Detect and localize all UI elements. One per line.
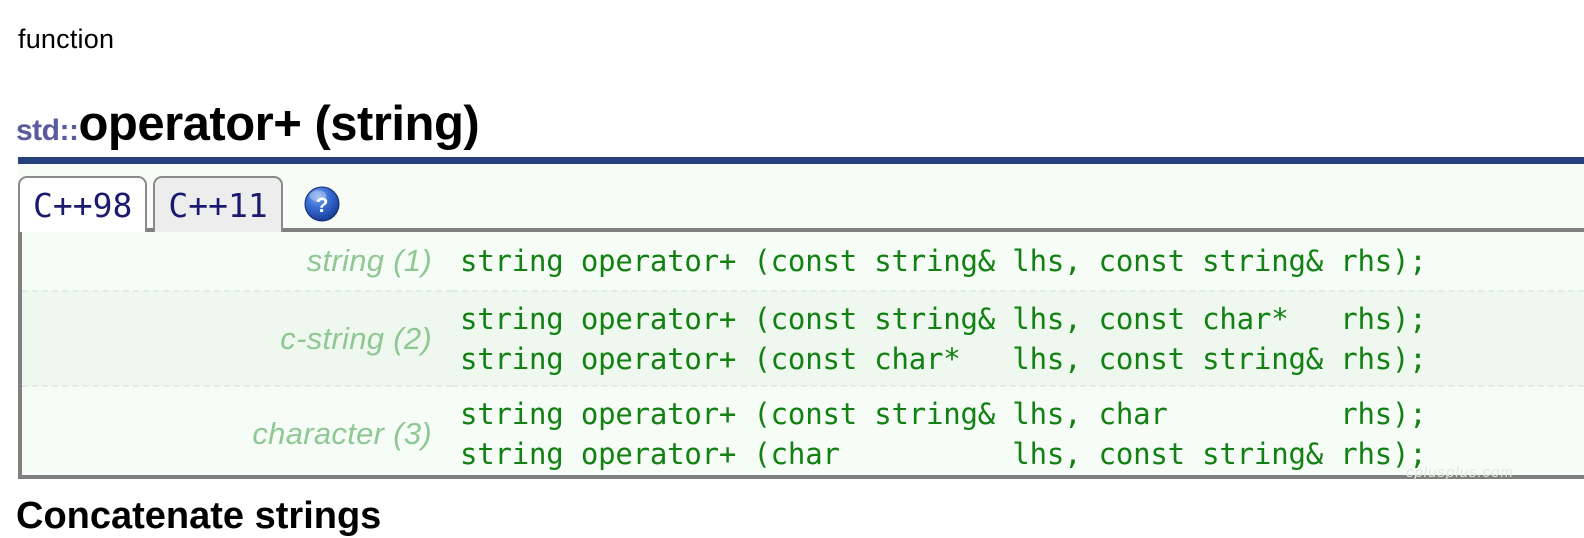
signature-row: c-string (2) string operator+ (const str… [22, 290, 1584, 386]
signature-code-cell: string operator+ (const string& lhs, con… [452, 232, 1584, 291]
signature-row: character (3) string operator+ (const st… [22, 385, 1584, 475]
site-watermark: cplusplus.com [1405, 464, 1514, 481]
signature-table: string (1) string operator+ (const strin… [22, 232, 1584, 475]
page-title: std::operator+ (string) [16, 97, 480, 158]
title-divider [18, 157, 1584, 164]
signature-code-line: string operator+ (const char* lhs, const… [460, 341, 1427, 376]
tab-cpp98[interactable]: C++98 [18, 176, 148, 232]
tab-cpp11-label: C++11 [168, 185, 268, 225]
page-title-name: operator+ (string) [78, 97, 480, 152]
reference-page: function std::operator+ (string) C++98 C… [0, 0, 1584, 537]
tab-cpp11[interactable]: C++11 [153, 176, 283, 232]
signature-code-line: string operator+ (const string& lhs, cha… [460, 397, 1427, 431]
signature-overload-label: character (3) [22, 385, 452, 475]
signature-overload-label: c-string (2) [22, 290, 452, 386]
tab-cpp98-label: C++98 [33, 185, 133, 225]
help-icon[interactable]: ? [303, 185, 341, 223]
help-icon-glyph: ? [315, 194, 328, 217]
signature-code-line: string operator+ (const string& lhs, con… [460, 301, 1427, 336]
next-section-heading: Concatenate strings [16, 495, 382, 537]
signature-code-line: string operator+ (const string& lhs, con… [460, 244, 1427, 278]
standard-version-tabbar: C++98 C++11 ? [18, 164, 1584, 232]
signature-row: string (1) string operator+ (const strin… [22, 232, 1584, 291]
signature-panel: string (1) string operator+ (const strin… [18, 228, 1584, 479]
signature-overload-label: string (1) [306, 243, 432, 278]
page-kind-label: function [18, 24, 115, 54]
signature-code-cell: string operator+ (const string& lhs, con… [452, 290, 1584, 386]
tab-list: C++98 C++11 ? [18, 166, 341, 232]
page-title-namespace: std:: [16, 114, 79, 148]
